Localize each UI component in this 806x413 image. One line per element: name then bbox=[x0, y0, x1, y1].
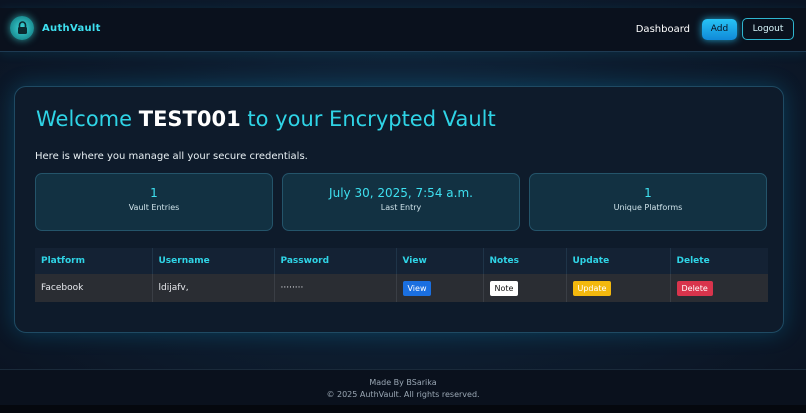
stat-value: 1 bbox=[644, 186, 652, 200]
logout-button[interactable]: Logout bbox=[742, 18, 794, 40]
lock-icon bbox=[10, 16, 34, 40]
column-header-username: Username bbox=[152, 248, 275, 274]
cell-username: ldijafv, bbox=[152, 274, 275, 302]
stat-card-last-entry: July 30, 2025, 7:54 a.m. Last Entry bbox=[282, 173, 520, 231]
cell-password: ········ bbox=[274, 274, 397, 302]
vault-card: Welcome TEST001 to your Encrypted Vault … bbox=[14, 86, 784, 333]
cell-update: Update bbox=[566, 274, 671, 302]
welcome-suffix: to your Encrypted Vault bbox=[247, 107, 496, 131]
stat-label: Last Entry bbox=[380, 203, 422, 212]
dashboard-link[interactable]: Dashboard bbox=[636, 24, 690, 35]
page: AuthVault Dashboard Add Logout Welcome T… bbox=[0, 0, 806, 413]
column-header-platform: Platform bbox=[35, 248, 153, 274]
add-button[interactable]: Add bbox=[702, 18, 737, 40]
navbar: AuthVault Dashboard Add Logout bbox=[0, 8, 806, 52]
welcome-prefix: Welcome bbox=[36, 107, 133, 131]
welcome-username: TEST001 bbox=[138, 107, 241, 131]
column-header-update: Update bbox=[566, 248, 671, 274]
stat-value: July 30, 2025, 7:54 a.m. bbox=[329, 186, 473, 200]
footer-credit: Made By BSarika bbox=[369, 378, 437, 387]
view-button[interactable]: View bbox=[402, 280, 432, 296]
table-row: Facebook ldijafv, ········ View Note Upd… bbox=[35, 274, 768, 302]
welcome-heading: Welcome TEST001 to your Encrypted Vault bbox=[36, 107, 496, 131]
welcome-subtitle: Here is where you manage all your secure… bbox=[35, 151, 308, 162]
column-header-notes: Notes bbox=[483, 248, 567, 274]
column-header-view: View bbox=[396, 248, 484, 274]
vault-table: Platform Username Password View Notes Up… bbox=[35, 248, 768, 302]
cell-delete: Delete bbox=[670, 274, 768, 302]
delete-button[interactable]: Delete bbox=[676, 280, 713, 296]
stat-value: 1 bbox=[150, 186, 158, 200]
brand-name: AuthVault bbox=[42, 22, 101, 34]
note-button[interactable]: Note bbox=[489, 280, 519, 296]
column-header-password: Password bbox=[274, 248, 397, 274]
footer: Made By BSarika © 2025 AuthVault. All ri… bbox=[0, 369, 806, 406]
cell-platform: Facebook bbox=[35, 274, 153, 302]
nav-links: Dashboard Add Logout bbox=[636, 18, 794, 40]
stat-label: Unique Platforms bbox=[613, 203, 683, 212]
table-header-row: Platform Username Password View Notes Up… bbox=[35, 248, 768, 274]
stat-label: Vault Entries bbox=[128, 203, 180, 212]
footer-copyright: © 2025 AuthVault. All rights reserved. bbox=[326, 390, 480, 399]
stat-card-vault-entries: 1 Vault Entries bbox=[35, 173, 273, 231]
update-button[interactable]: Update bbox=[572, 280, 612, 296]
brand[interactable]: AuthVault bbox=[10, 16, 101, 40]
stat-card-unique-platforms: 1 Unique Platforms bbox=[529, 173, 767, 231]
cell-notes: Note bbox=[483, 274, 567, 302]
column-header-delete: Delete bbox=[670, 248, 768, 274]
cell-view: View bbox=[396, 274, 484, 302]
bottom-strip bbox=[0, 405, 806, 413]
